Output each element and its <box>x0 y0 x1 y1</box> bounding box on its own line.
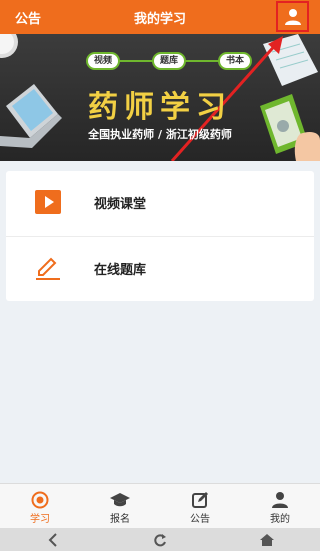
banner-subline: 全国执业药师 / 浙江初级药师 <box>88 128 232 141</box>
edit-icon <box>190 491 210 509</box>
home-icon <box>260 534 274 546</box>
banner-headline: 药师学习 <box>88 90 232 125</box>
nav-label: 我的 <box>270 514 290 525</box>
user-icon <box>270 491 290 509</box>
home-button[interactable] <box>258 531 276 549</box>
user-icon <box>284 8 301 25</box>
announcement-link[interactable]: 公告 <box>15 8 41 27</box>
target-icon <box>30 491 50 509</box>
menu-item-video-class[interactable]: 视频课堂 <box>6 171 314 236</box>
bottom-nav: 学习 报名 公告 我的 <box>0 483 320 528</box>
promo-banner[interactable]: 视频 题库 书本 药师学习 全国执业药师 / 浙江初级药师 <box>0 34 320 161</box>
menu-item-label: 视频课堂 <box>94 197 147 212</box>
page-title: 我的学习 <box>133 12 186 27</box>
banner-tag-question-bank: 题库 <box>152 52 187 70</box>
nav-item-announcements[interactable]: 公告 <box>160 484 240 529</box>
nav-label: 报名 <box>110 514 130 525</box>
nav-item-me[interactable]: 我的 <box>240 484 320 529</box>
system-nav-bar <box>0 528 320 551</box>
nav-label: 学习 <box>30 514 50 525</box>
rotate-icon <box>154 534 166 547</box>
menu-item-online-question-bank[interactable]: 在线题库 <box>6 236 314 301</box>
video-play-icon <box>35 190 61 214</box>
rotate-button[interactable] <box>151 531 169 549</box>
menu-item-label: 在线题库 <box>94 263 147 278</box>
banner-tag-video: 视频 <box>86 52 121 70</box>
pencil-icon <box>36 257 60 280</box>
nav-item-register[interactable]: 报名 <box>80 484 160 529</box>
graduation-cap-icon <box>110 491 130 509</box>
back-button[interactable] <box>44 531 62 549</box>
app-header: 公告 我的学习 <box>0 0 320 34</box>
chevron-left-icon <box>48 533 57 547</box>
profile-button[interactable] <box>276 1 309 32</box>
banner-tag-book: 书本 <box>218 52 253 70</box>
nav-item-study[interactable]: 学习 <box>0 484 80 529</box>
study-menu: 视频课堂 在线题库 <box>6 171 314 301</box>
nav-label: 公告 <box>190 514 210 525</box>
